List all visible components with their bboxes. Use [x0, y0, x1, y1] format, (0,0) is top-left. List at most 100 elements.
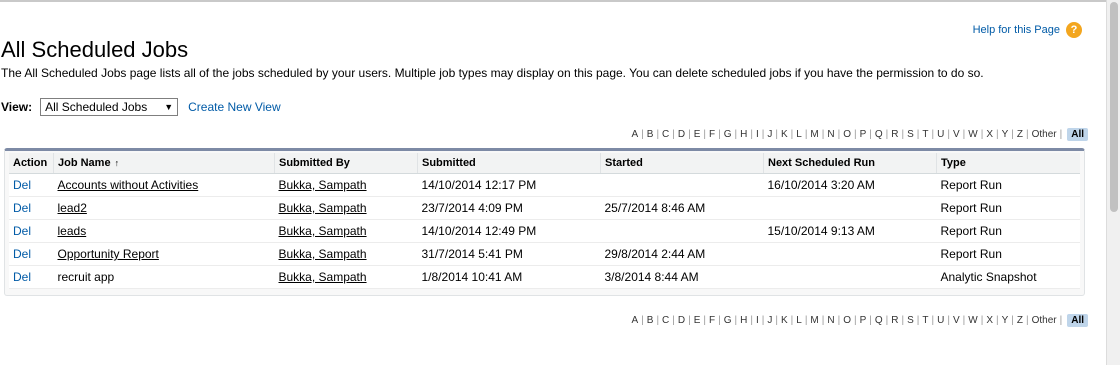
- alpha-bottom-letter-e[interactable]: E: [694, 315, 701, 326]
- scrollbar-thumb[interactable]: [1110, 2, 1118, 212]
- delete-link[interactable]: Del: [13, 224, 31, 238]
- alpha-top-letter-c[interactable]: C: [662, 129, 669, 140]
- alpha-top-letter-m[interactable]: M: [810, 129, 818, 140]
- alpha-top-letter-i[interactable]: I: [756, 129, 759, 140]
- job-name-link[interactable]: Accounts without Activities: [58, 178, 199, 192]
- create-new-view-link[interactable]: Create New View: [188, 100, 280, 114]
- alpha-top-letter-r[interactable]: R: [891, 129, 898, 140]
- alpha-bottom-letter-g[interactable]: G: [724, 315, 732, 326]
- alpha-top-letter-g[interactable]: G: [724, 129, 732, 140]
- alpha-bottom-letter-f[interactable]: F: [709, 315, 715, 326]
- table-row: Del Opportunity Report Bukka, Sampath 31/7/…: [9, 242, 1080, 266]
- col-header-job-name[interactable]: Job Name ↑: [53, 153, 275, 174]
- alpha-bottom-letter-d[interactable]: D: [678, 315, 685, 326]
- alpha-top-letter-n[interactable]: N: [827, 129, 834, 140]
- alpha-bottom-letter-z[interactable]: Z: [1017, 315, 1023, 326]
- col-header-submitted[interactable]: Submitted: [417, 153, 601, 174]
- alpha-separator: |: [718, 129, 721, 140]
- view-select[interactable]: All Scheduled Jobs ▼: [40, 98, 179, 116]
- alpha-top-letter-j[interactable]: J: [767, 129, 772, 140]
- alpha-separator: |: [837, 315, 841, 326]
- alpha-bottom-letter-r[interactable]: R: [891, 315, 898, 326]
- alpha-bottom-letter-n[interactable]: N: [827, 315, 834, 326]
- alpha-bottom-letter-w[interactable]: W: [968, 315, 977, 326]
- alpha-top-letter-k[interactable]: K: [781, 129, 788, 140]
- alpha-top-letter-s[interactable]: S: [907, 129, 914, 140]
- jobs-table-container: Action Job Name ↑ Submitted By Submitted …: [4, 148, 1085, 296]
- alpha-bottom-letter-q[interactable]: Q: [875, 315, 883, 326]
- alpha-top-letter-y[interactable]: Y: [1002, 129, 1009, 140]
- job-name-link[interactable]: leads: [58, 224, 87, 238]
- delete-link[interactable]: Del: [13, 178, 31, 192]
- col-header-started[interactable]: Started: [600, 153, 764, 174]
- alpha-bottom-letter-p[interactable]: P: [860, 315, 867, 326]
- vertical-scrollbar[interactable]: [1106, 0, 1120, 365]
- alpha-separator: |: [995, 129, 999, 140]
- user-link[interactable]: Bukka, Sampath: [279, 201, 367, 215]
- cell-submitted: 31/7/2014 5:41 PM: [417, 242, 601, 266]
- help-link[interactable]: Help for this Page: [973, 24, 1060, 36]
- alpha-bottom-letter-a[interactable]: A: [631, 315, 638, 326]
- delete-link[interactable]: Del: [13, 270, 31, 284]
- delete-link[interactable]: Del: [13, 247, 31, 261]
- alpha-top-letter-e[interactable]: E: [694, 129, 701, 140]
- user-link[interactable]: Bukka, Sampath: [279, 270, 367, 284]
- alpha-bottom-letter-k[interactable]: K: [781, 315, 788, 326]
- col-header-type[interactable]: Type: [936, 153, 1080, 174]
- cell-submitted: 1/8/2014 10:41 AM: [417, 265, 601, 289]
- alpha-top-letter-q[interactable]: Q: [875, 129, 883, 140]
- alpha-top-letter-h[interactable]: H: [740, 129, 747, 140]
- alpha-top-letter-a[interactable]: A: [631, 129, 638, 140]
- alpha-bottom-letter-i[interactable]: I: [756, 315, 759, 326]
- alpha-top-letter-t[interactable]: T: [922, 129, 928, 140]
- alpha-bottom-letter-h[interactable]: H: [740, 315, 747, 326]
- user-link[interactable]: Bukka, Sampath: [279, 178, 367, 192]
- table-row: Del Accounts without Activities Bukka, Sam…: [9, 173, 1080, 197]
- alpha-top-letter-d[interactable]: D: [678, 129, 685, 140]
- delete-link[interactable]: Del: [13, 201, 31, 215]
- alpha-top-letter-other[interactable]: Other: [1032, 129, 1057, 140]
- alpha-top-letter-u[interactable]: U: [937, 129, 944, 140]
- alpha-bottom-letter-v[interactable]: V: [953, 315, 960, 326]
- alpha-bottom-letter-b[interactable]: B: [647, 315, 654, 326]
- col-header-submitted-by[interactable]: Submitted By: [274, 153, 418, 174]
- alpha-separator: |: [790, 315, 794, 326]
- alpha-top-letter-o[interactable]: O: [843, 129, 851, 140]
- user-link[interactable]: Bukka, Sampath: [279, 247, 367, 261]
- alpha-bottom-letter-x[interactable]: X: [986, 315, 993, 326]
- alpha-top-letter-z[interactable]: Z: [1017, 129, 1023, 140]
- alpha-bottom-letter-all[interactable]: All: [1067, 314, 1088, 327]
- alpha-top-letter-b[interactable]: B: [647, 129, 654, 140]
- cell-started: [600, 219, 764, 243]
- alpha-bottom-letter-o[interactable]: O: [843, 315, 851, 326]
- user-link[interactable]: Bukka, Sampath: [279, 224, 367, 238]
- alpha-separator: |: [995, 315, 999, 326]
- alpha-bottom-letter-l[interactable]: L: [796, 315, 802, 326]
- alpha-bottom-letter-other[interactable]: Other: [1032, 315, 1057, 326]
- alpha-bottom-letter-y[interactable]: Y: [1002, 315, 1009, 326]
- alpha-top-letter-f[interactable]: F: [709, 129, 715, 140]
- job-name-link[interactable]: Opportunity Report: [58, 247, 159, 261]
- alpha-top-letter-x[interactable]: X: [986, 129, 993, 140]
- alpha-separator: |: [688, 315, 691, 326]
- alpha-bottom-letter-u[interactable]: U: [937, 315, 944, 326]
- alpha-top-letter-all[interactable]: All: [1067, 128, 1088, 141]
- alpha-bottom-letter-c[interactable]: C: [662, 315, 669, 326]
- col-header-next-scheduled-run[interactable]: Next Scheduled Run: [763, 153, 937, 174]
- alpha-separator: |: [1025, 129, 1029, 140]
- cell-next-run: [763, 196, 937, 220]
- alpha-top-letter-v[interactable]: V: [953, 129, 960, 140]
- help-icon[interactable]: ?: [1066, 22, 1082, 38]
- alpha-bottom-letter-t[interactable]: T: [922, 315, 928, 326]
- alpha-top-letter-l[interactable]: L: [796, 129, 802, 140]
- alpha-separator: |: [656, 315, 660, 326]
- alpha-top-letter-p[interactable]: P: [860, 129, 867, 140]
- cell-next-run: [763, 265, 937, 289]
- alpha-bottom-letter-j[interactable]: J: [767, 315, 772, 326]
- alpha-top-letter-w[interactable]: W: [968, 129, 977, 140]
- job-name-link[interactable]: lead2: [58, 201, 87, 215]
- cell-type: Report Run: [936, 196, 1080, 220]
- alpha-bottom-letter-s[interactable]: S: [907, 315, 914, 326]
- table-header-row: Action Job Name ↑ Submitted By Submitted …: [9, 153, 1080, 174]
- alpha-bottom-letter-m[interactable]: M: [810, 315, 818, 326]
